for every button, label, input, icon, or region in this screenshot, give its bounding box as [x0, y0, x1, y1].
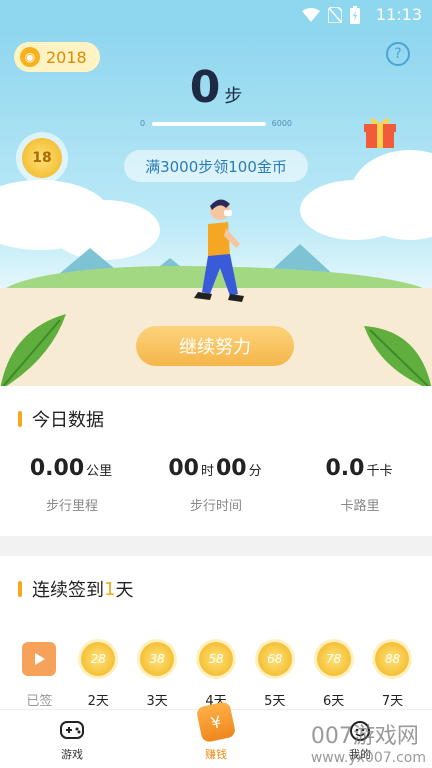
status-icons: [302, 6, 360, 24]
section-accent-bar: [18, 581, 22, 597]
distance-label: 步行里程: [45, 499, 98, 514]
nav-earn[interactable]: ¥ 赚钱: [144, 700, 288, 768]
step-goal-tip: 满3000步领100金币: [124, 150, 308, 182]
leaf-decoration: [0, 314, 66, 386]
today-data-card: 今日数据 0.00 公里 步行里程 00 时00 分 步行时间 0.0 千卡 卡路里: [0, 386, 432, 536]
today-stats: 0.00 公里 步行里程 00 时00 分 步行时间 0.0 千卡 卡路里: [0, 456, 432, 514]
watermark: 007游戏网 www.yx007.com: [311, 718, 426, 766]
step-count: 0: [189, 62, 221, 113]
today-data-title: 今日数据: [18, 406, 104, 432]
status-bar: 11:13: [0, 0, 432, 30]
nav-games[interactable]: 游戏: [0, 710, 144, 768]
checkin-day-label: 7天: [381, 694, 404, 709]
calories-label: 卡路里: [340, 499, 380, 514]
calories-stat: 0.0 千卡 卡路里: [288, 456, 432, 514]
earn-wallet-icon: ¥: [195, 700, 237, 744]
section-accent-bar: [18, 411, 22, 427]
wifi-icon: [302, 8, 320, 22]
coin-icon: 78: [316, 642, 351, 676]
continue-button[interactable]: 继续努力: [136, 326, 294, 366]
distance-unit: 公里: [86, 464, 113, 479]
time-stat: 00 时00 分 步行时间: [144, 456, 288, 514]
step-progress-bar: 0 6000: [140, 119, 292, 129]
leaf-decoration: [364, 326, 432, 386]
bottom-nav: 游戏 ¥ 赚钱 我的 007游戏网 www.yx007.com: [0, 700, 432, 768]
distance-stat: 0.00 公里 步行里程: [0, 456, 144, 514]
progress-track: [152, 122, 266, 126]
walking-person-illustration: [194, 199, 244, 302]
gift-icon[interactable]: [362, 114, 398, 148]
coin-icon: 58: [198, 642, 233, 676]
checkin-card: 连续签到 1 天 已签 28 2天 38 3天 58 4天 68 5天 78 6天 …: [0, 556, 432, 716]
floating-coin-bubble[interactable]: 18: [22, 138, 62, 178]
checkin-day-6[interactable]: 78 6天: [309, 642, 359, 709]
checkin-day-2[interactable]: 28 2天: [73, 642, 123, 709]
progress-max: 6000: [271, 119, 292, 128]
checkin-day-5[interactable]: 68 5天: [250, 642, 300, 709]
checkin-day-label: 5天: [264, 694, 286, 709]
step-unit: 步: [224, 86, 243, 107]
checkin-day-label: 6天: [323, 694, 345, 709]
checkin-day-label: 已签: [26, 694, 53, 709]
checkin-days: 已签 28 2天 38 3天 58 4天 68 5天 78 6天 88 7天: [0, 642, 432, 709]
no-sim-icon: [328, 7, 342, 23]
hours-value: 00: [168, 456, 199, 481]
clock: 11:13: [375, 5, 422, 24]
coin-icon: 88: [375, 642, 410, 676]
checkin-day-label: 2天: [87, 694, 109, 709]
progress-min: 0: [140, 119, 146, 128]
hero-section: ◉ 2018 ? 0步 0 6000 18 满3000步领100金币 继续努力: [0, 30, 432, 386]
checkin-title-prefix: 连续签到: [32, 580, 104, 601]
checkin-title: 连续签到 1 天: [18, 576, 133, 602]
today-data-heading: 今日数据: [32, 410, 104, 431]
coin-icon: 28: [81, 642, 116, 676]
minutes-unit: 分: [248, 464, 262, 479]
step-counter: 0步: [0, 62, 432, 113]
calories-unit: 千卡: [366, 464, 393, 479]
time-label: 步行时间: [189, 499, 242, 514]
hours-unit: 时: [200, 464, 214, 479]
checkin-day-label: 3天: [146, 694, 168, 709]
checkin-day-7[interactable]: 88 7天: [367, 642, 417, 709]
checkin-day-1[interactable]: 已签: [14, 642, 64, 709]
checkin-day-count: 1: [104, 578, 116, 600]
gamepad-icon: [60, 721, 84, 739]
nav-games-label: 游戏: [61, 748, 83, 761]
watermark-line1: 007游戏网: [310, 724, 419, 749]
checkin-day-4[interactable]: 58 4天: [191, 642, 241, 709]
checked-play-icon: [22, 642, 57, 676]
distance-value: 0.00: [29, 456, 85, 481]
coin-icon: 38: [140, 642, 175, 676]
nav-earn-label: 赚钱: [205, 748, 227, 761]
play-icon: [35, 653, 46, 665]
calories-value: 0.0: [325, 456, 365, 481]
minutes-value: 00: [216, 456, 247, 481]
coin-icon: 68: [257, 642, 292, 676]
watermark-line2: www.yx007.com: [310, 750, 426, 766]
checkin-title-suffix: 天: [115, 580, 134, 601]
battery-icon: [350, 6, 360, 24]
checkin-day-3[interactable]: 38 3天: [132, 642, 182, 709]
